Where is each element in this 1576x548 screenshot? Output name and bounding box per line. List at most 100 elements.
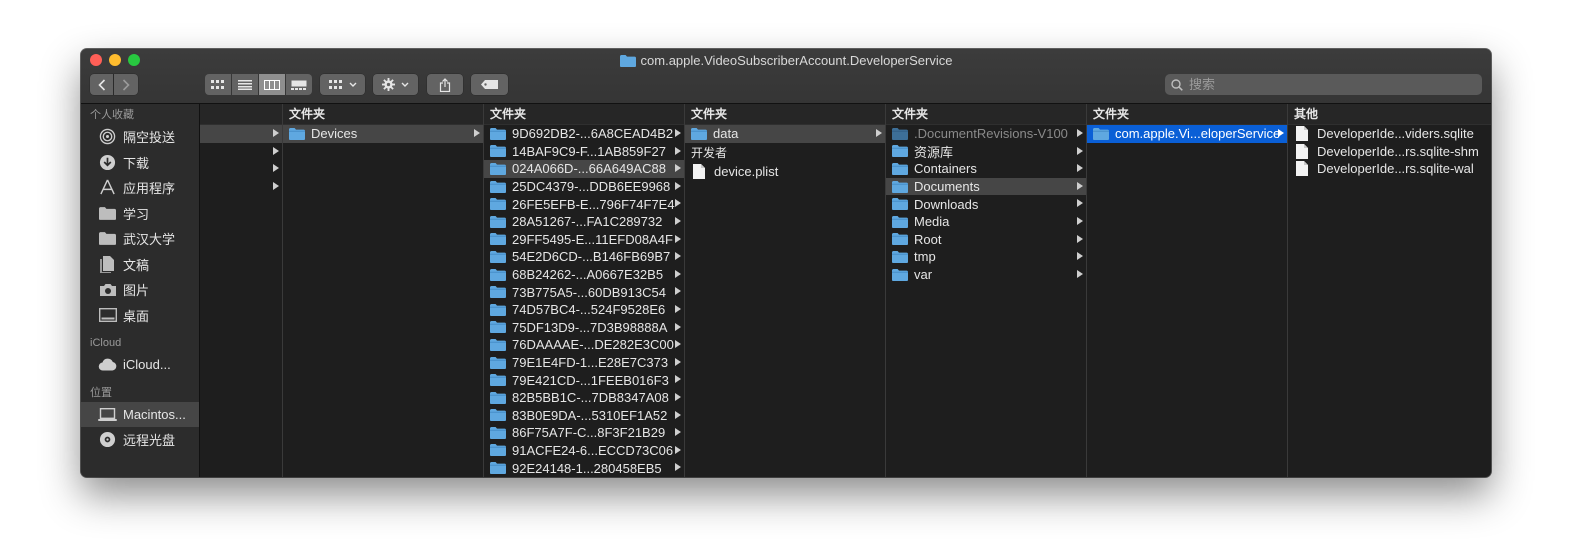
group-by-button[interactable] bbox=[320, 74, 365, 95]
share-button[interactable] bbox=[427, 74, 463, 95]
folder-item[interactable]: 74D57BC4-...524F9528E6 bbox=[484, 301, 684, 319]
folder-item[interactable]: Downloads bbox=[886, 195, 1086, 213]
column-header: 文件夹 bbox=[886, 104, 1086, 125]
folder-item[interactable]: 76DAAAAE-...DE282E3C00 bbox=[484, 336, 684, 354]
disclosure-arrow-icon bbox=[675, 357, 681, 366]
folder-item[interactable]: 28A51267-...FA1C289732 bbox=[484, 213, 684, 231]
folder-item[interactable]: 82B5BB1C-...7DB8347A08 bbox=[484, 389, 684, 407]
folder-item[interactable]: tmp bbox=[886, 248, 1086, 266]
disclosure-arrow-icon bbox=[675, 216, 681, 225]
folder-item[interactable]: 26FE5EFB-E...796F74F7E4 bbox=[484, 195, 684, 213]
item-name: Documents bbox=[914, 179, 980, 195]
item-name: 79E1E4FD-1...E28E7C373 bbox=[512, 355, 669, 371]
folder-item[interactable]: Media bbox=[886, 213, 1086, 231]
item-name: DeveloperIde...viders.sqlite bbox=[1317, 126, 1474, 142]
list-item[interactable] bbox=[200, 143, 282, 161]
forward-button[interactable] bbox=[114, 74, 138, 95]
folder-icon bbox=[490, 286, 506, 299]
folder-item[interactable]: 68B24262-...A0667E32B5 bbox=[484, 266, 684, 284]
list-item[interactable] bbox=[200, 160, 282, 178]
folder-icon bbox=[490, 444, 506, 457]
sidebar-item-favorites-5[interactable]: 文稿 bbox=[81, 252, 199, 278]
folder-item[interactable]: 79E421CD-...1FEEB016F3 bbox=[484, 371, 684, 389]
folder-icon bbox=[691, 127, 707, 140]
sidebar-item-label: Macintos... bbox=[123, 406, 186, 422]
folder-item[interactable]: 79E1E4FD-1...E28E7C373 bbox=[484, 354, 684, 372]
sidebar-item-favorites-2[interactable]: 应用程序 bbox=[81, 175, 199, 201]
tag-button[interactable] bbox=[471, 74, 508, 95]
folder-item[interactable]: 83B0E9DA-...5310EF1A52 bbox=[484, 407, 684, 425]
file-item[interactable]: DeveloperIde...rs.sqlite-wal bbox=[1288, 160, 1491, 178]
folder-icon bbox=[490, 356, 506, 369]
disclosure-arrow-icon bbox=[675, 252, 681, 261]
folder-item[interactable]: Documents bbox=[886, 177, 1086, 196]
sidebar-item-favorites-0[interactable]: 隔空投送 bbox=[81, 124, 199, 150]
disclosure-arrow-icon bbox=[876, 129, 882, 137]
list-view-button[interactable] bbox=[232, 74, 258, 95]
folder-icon bbox=[490, 409, 506, 422]
sidebar-item-favorites-4[interactable]: 武汉大学 bbox=[81, 226, 199, 252]
list-item[interactable] bbox=[200, 125, 282, 143]
desktop-icon bbox=[98, 306, 117, 325]
folder-item[interactable]: 资源库 bbox=[886, 143, 1086, 161]
folder-item[interactable]: .DocumentRevisions-V100 bbox=[886, 125, 1086, 143]
folder-item[interactable]: Root bbox=[886, 231, 1086, 249]
folder-item[interactable]: var bbox=[886, 266, 1086, 284]
item-name: 68B24262-...A0667E32B5 bbox=[512, 267, 664, 283]
search-field[interactable] bbox=[1165, 74, 1482, 95]
folder-item[interactable]: 86F75A7F-C...8F3F21B29 bbox=[484, 424, 684, 442]
disclosure-arrow-icon bbox=[1278, 129, 1284, 137]
file-item[interactable]: device.plist bbox=[685, 163, 885, 181]
gear-icon bbox=[382, 78, 395, 91]
folder-item[interactable]: 14BAF9C9-F...1AB859F27 bbox=[484, 143, 684, 161]
folder-item[interactable]: 9D692DB2-...6A8CEAD4B2 bbox=[484, 125, 684, 143]
sidebar-item-locations-0[interactable]: Macintos... bbox=[81, 401, 199, 427]
sidebar-item-label: 桌面 bbox=[123, 308, 150, 324]
item-name: 26FE5EFB-E...796F74F7E4 bbox=[512, 196, 675, 212]
sidebar-item-icloud-0[interactable]: iCloud... bbox=[81, 352, 199, 378]
folder-item[interactable]: 91ACFE24-6...ECCD73C06 bbox=[484, 442, 684, 460]
disclosure-arrow-icon bbox=[675, 410, 681, 419]
sidebar-header-locations: 位置 bbox=[90, 386, 112, 399]
folder-item[interactable]: 92E24148-1...280458EB5 bbox=[484, 459, 684, 477]
sidebar-item-favorites-3[interactable]: 学习 bbox=[81, 201, 199, 227]
sidebar-item-favorites-6[interactable]: 图片 bbox=[81, 277, 199, 303]
item-name: 28A51267-...FA1C289732 bbox=[512, 214, 663, 230]
folder-item[interactable]: 29FF5495-E...11EFD08A4F bbox=[484, 231, 684, 249]
item-name: 92E24148-1...280458EB5 bbox=[512, 460, 662, 476]
folder-item[interactable]: Devices bbox=[283, 125, 483, 143]
folder-icon bbox=[490, 462, 506, 475]
folder-item[interactable]: 024A066D-...66A649AC88 bbox=[484, 160, 684, 178]
window-title: com.apple.VideoSubscriberAccount.Develop… bbox=[81, 52, 1491, 70]
column-header: 文件夹 bbox=[484, 104, 684, 125]
back-button[interactable] bbox=[90, 74, 113, 95]
search-input[interactable] bbox=[1187, 76, 1471, 93]
disclosure-arrow-icon bbox=[675, 181, 681, 190]
folder-icon bbox=[490, 162, 506, 175]
icon-view-button[interactable] bbox=[205, 74, 231, 95]
folder-icon bbox=[892, 233, 908, 246]
folder-item[interactable]: data bbox=[685, 125, 885, 143]
folder-icon bbox=[490, 145, 506, 158]
action-menu-button[interactable] bbox=[373, 74, 418, 95]
sidebar-item-label: 下载 bbox=[123, 155, 150, 171]
applications-icon bbox=[98, 178, 117, 197]
folder-item[interactable]: 25DC4379-...DDB6EE9968 bbox=[484, 178, 684, 196]
folder-item[interactable]: 73B775A5-...60DB913C54 bbox=[484, 283, 684, 301]
file-item[interactable]: DeveloperIde...rs.sqlite-shm bbox=[1288, 143, 1491, 161]
folder-item[interactable]: 75DF13D9-...7D3B98888A bbox=[484, 319, 684, 337]
sidebar-item-label: 远程光盘 bbox=[123, 433, 176, 449]
sidebar-item-favorites-1[interactable]: 下载 bbox=[81, 150, 199, 176]
gallery-view-button[interactable] bbox=[286, 74, 312, 95]
file-item[interactable]: DeveloperIde...viders.sqlite bbox=[1288, 125, 1491, 143]
sidebar-item-favorites-7[interactable]: 桌面 bbox=[81, 303, 199, 329]
column-view-button[interactable] bbox=[259, 74, 285, 95]
folder-item[interactable]: com.apple.Vi...eloperService bbox=[1087, 125, 1287, 143]
item-name: DeveloperIde...rs.sqlite-shm bbox=[1317, 143, 1479, 159]
folder-item[interactable]: 54E2D6CD-...B146FB69B7 bbox=[484, 248, 684, 266]
cloud-icon bbox=[98, 355, 117, 374]
folder-icon bbox=[98, 204, 117, 223]
list-item[interactable] bbox=[200, 178, 282, 196]
folder-item[interactable]: Containers bbox=[886, 160, 1086, 178]
sidebar-item-locations-1[interactable]: 远程光盘 bbox=[81, 427, 199, 453]
